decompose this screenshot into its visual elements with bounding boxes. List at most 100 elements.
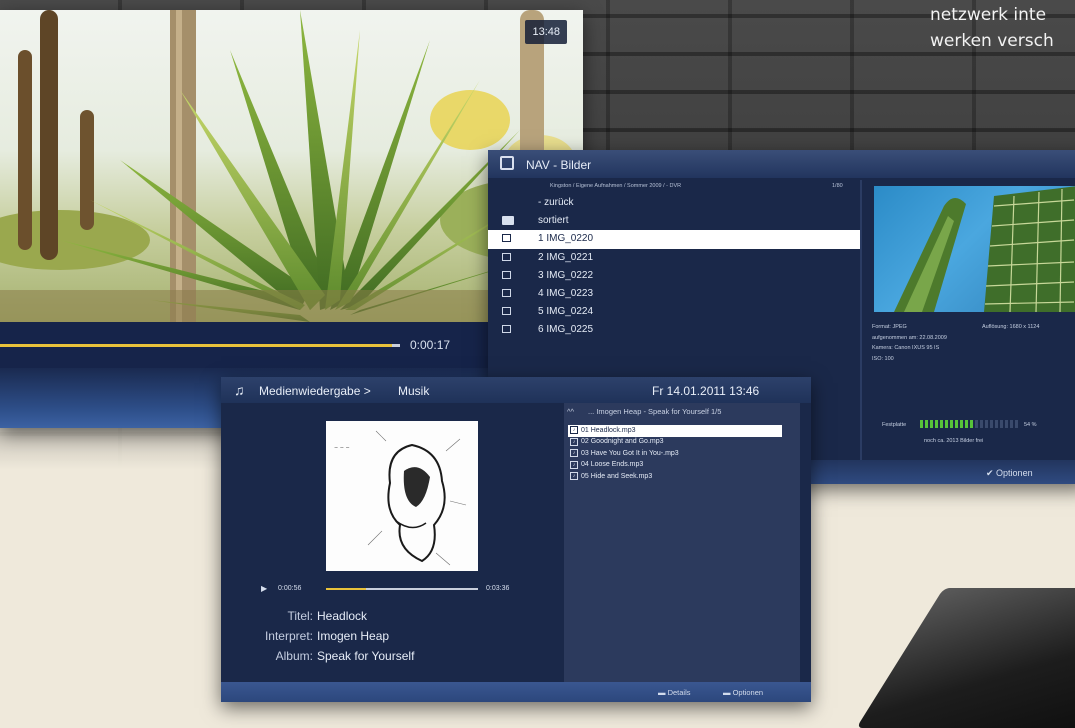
options-label: Optionen: [732, 688, 764, 697]
music-progress-fill: [326, 588, 366, 590]
album-cover: ~ ~ ~: [326, 421, 478, 571]
camera-label: Kamera: Canon IXUS 95 IS: [872, 345, 940, 351]
background-caption-line: netzwerk inte: [930, 5, 1047, 25]
meta-key: Interpret:: [264, 629, 313, 643]
meta-value: Speak for Yourself: [317, 649, 415, 663]
image-icon: [502, 252, 511, 261]
format-label: Format: JPEG: [872, 324, 907, 330]
audio-file-icon: ♪: [570, 460, 578, 469]
image-file-row[interactable]: - zurück: [488, 194, 860, 212]
image-file-list: - zurück sortiert 1 IMG_0220 2 IMG_0221 3 IM…: [488, 194, 860, 340]
background-caption-line: werken versch: [930, 31, 1054, 51]
back-icon: [502, 198, 511, 206]
disk-usage-segment: [980, 420, 983, 428]
disk-usage-segment: [995, 420, 998, 428]
disk-usage-segment: [955, 420, 958, 428]
details-label: Details: [667, 688, 691, 697]
disk-usage-segment: [1005, 420, 1008, 428]
image-file-row[interactable]: 6 IMG_0225: [488, 321, 860, 339]
disk-usage-segment: [930, 420, 933, 428]
play-icon[interactable]: ▶: [261, 584, 267, 593]
video-progress-bar[interactable]: [0, 344, 400, 347]
video-elapsed-time: 0:00:17: [410, 338, 451, 352]
playlist-item-label: 05 Hide and Seek.mp3: [581, 472, 653, 480]
image-icon: [502, 288, 511, 297]
options-button[interactable]: ▬ Optionen: [723, 688, 763, 697]
music-progress-bar[interactable]: [326, 588, 478, 590]
disk-usage-segment: [960, 420, 963, 428]
music-total: 0:03:36: [486, 585, 510, 592]
disk-usage-segment: [1015, 420, 1018, 428]
audio-file-icon: ♪: [570, 472, 578, 481]
image-file-label: 4 IMG_0223: [538, 287, 594, 299]
svg-text:~ ~ ~: ~ ~ ~: [334, 445, 350, 451]
folder-icon: [502, 216, 514, 226]
playlist-item-label: 02 Goodnight and Go.mp3: [581, 438, 664, 446]
music-player-window: ♫ Medienwiedergabe > Musik Fr 14.01.2011…: [221, 377, 811, 702]
playlist-item-label: 04 Loose Ends.mp3: [581, 461, 644, 469]
details-button[interactable]: ▬ Details: [658, 688, 691, 697]
disk-usage-segment: [985, 420, 988, 428]
disk-usage-segment: [950, 420, 953, 428]
divider: [860, 180, 862, 460]
video-progress-fill: [0, 344, 392, 347]
disk-usage-segment: [920, 420, 923, 428]
clock-badge: 13:48: [525, 20, 567, 44]
disk-usage-segment: [940, 420, 943, 428]
music-header: ♫ Medienwiedergabe > Musik Fr 14.01.2011…: [221, 377, 811, 403]
image-file-row[interactable]: 4 IMG_0223: [488, 285, 860, 303]
image-icon: [500, 156, 514, 170]
image-file-row[interactable]: 3 IMG_0222: [488, 267, 860, 285]
meta-value: Headlock: [317, 609, 368, 623]
playlist-title: ... Imogen Heap - Speak for Yourself 1/5: [588, 407, 722, 416]
disk-usage-segment: [975, 420, 978, 428]
disk-percent: 54 %: [1024, 422, 1037, 428]
image-icon: [502, 234, 511, 243]
background-caption: netzwerk inte werken versch: [930, 2, 1054, 54]
image-file-label: 3 IMG_0222: [538, 269, 594, 281]
meta-value: Imogen Heap: [317, 629, 390, 643]
receiver-device-image: [856, 588, 1075, 728]
cactus-photo: [894, 186, 1075, 312]
playlist-item[interactable]: ♪ 01 Headlock.mp3: [568, 425, 782, 437]
image-preview: [874, 186, 1075, 312]
image-icon: [502, 270, 511, 279]
image-file-label: 1 IMG_0220: [538, 233, 594, 245]
playlist-item-label: 01 Headlock.mp3: [581, 426, 636, 434]
resolution-label: Auflösung: 1680 x 1124: [982, 324, 1040, 330]
playlist-item[interactable]: ♪ 05 Hide and Seek.mp3: [564, 471, 800, 483]
iso-label: ISO: 100: [872, 355, 894, 362]
playlist-list: ♪ 01 Headlock.mp3 ♪ 02 Goodnight and Go.mp3…: [564, 425, 800, 483]
music-playback-row: ▶ 0:00:56 0:03:36: [221, 582, 551, 596]
options-button[interactable]: ✔ Optionen: [986, 468, 1033, 479]
image-file-row[interactable]: 1 IMG_0220: [488, 230, 860, 249]
breadcrumb: Medienwiedergabe >: [259, 384, 371, 398]
playlist-item[interactable]: ♪ 04 Loose Ends.mp3: [564, 460, 800, 472]
playlist-header: ^^ ... Imogen Heap - Speak for Yourself …: [564, 405, 800, 419]
playlist-item[interactable]: ♪ 03 Have You Got It in You-.mp3: [564, 448, 800, 460]
disk-label: Festplatte: [882, 422, 907, 428]
folder-path: Kingston / Eigene Aufnahmen / Sommer 200…: [550, 183, 682, 189]
image-file-row[interactable]: sortiert: [488, 212, 860, 230]
disk-free-text: noch ca. 2013 Bilder frei: [924, 438, 984, 444]
album-art: ~ ~ ~: [334, 430, 467, 566]
image-browser-title-bar: NAV - Bilder: [488, 150, 1075, 178]
disk-usage-segment: [925, 420, 928, 428]
image-icon: [502, 325, 511, 334]
disk-usage-bar: [920, 420, 1020, 428]
image-file-row[interactable]: 5 IMG_0224: [488, 303, 860, 321]
disk-usage-segment: [965, 420, 968, 428]
image-file-row[interactable]: 2 IMG_0221: [488, 249, 860, 267]
playlist-item-label: 03 Have You Got It in You-.mp3: [581, 449, 679, 457]
image-file-label: sortiert: [538, 215, 569, 227]
playlist-item[interactable]: ♪ 02 Goodnight and Go.mp3: [564, 437, 800, 449]
image-file-label: 6 IMG_0225: [538, 324, 594, 336]
image-browser-path: Kingston / Eigene Aufnahmen / Sommer 200…: [488, 179, 858, 193]
up-arrows-icon[interactable]: ^^: [567, 407, 574, 416]
disk-usage-segment: [1010, 420, 1013, 428]
disk-usage-segment: [990, 420, 993, 428]
audio-file-icon: ♪: [570, 449, 578, 458]
music-elapsed: 0:00:56: [278, 585, 302, 592]
disk-usage-segment: [970, 420, 973, 428]
track-metadata: Titel: Headlock Interpret: Imogen Heap Alb…: [221, 609, 551, 669]
